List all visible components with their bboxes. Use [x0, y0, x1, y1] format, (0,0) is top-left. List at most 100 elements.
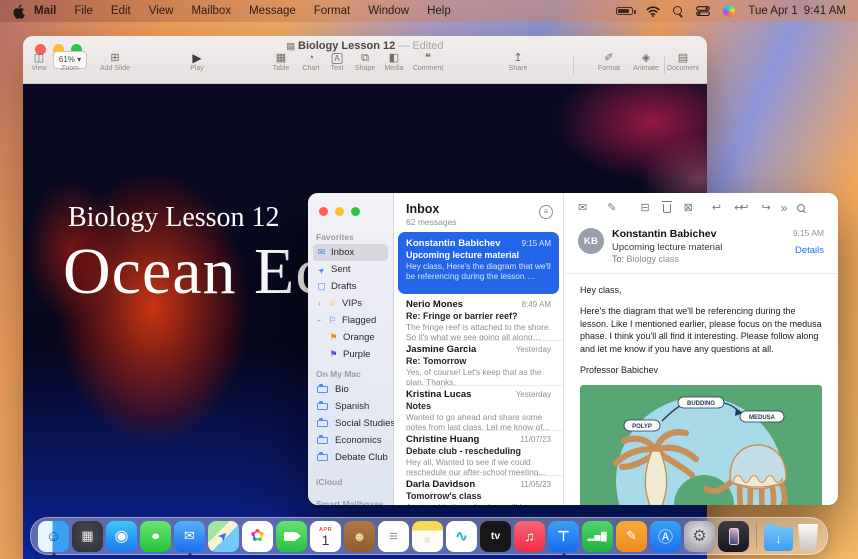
dock-numbers[interactable]: ▂▅█	[582, 521, 613, 552]
dock-apple-tv[interactable]: tv	[480, 521, 511, 552]
dock-mail[interactable]: ✉	[174, 521, 205, 552]
more-actions-icon[interactable]: »	[781, 202, 788, 214]
purple-flag-icon: ⚑	[328, 349, 339, 360]
menu-time[interactable]: 9:41 AM	[804, 5, 846, 17]
reply-icon[interactable]: ↩	[712, 203, 721, 214]
document-button[interactable]: ▤ Document	[667, 51, 699, 72]
menu-mailbox[interactable]: Mailbox	[182, 5, 240, 17]
message-row[interactable]: Kristina Lucas Yesterday Notes Wanted to…	[394, 385, 563, 430]
sidebar-item-purple[interactable]: ⚑ Purple	[325, 346, 388, 363]
iphone-icon	[729, 528, 739, 545]
menu-file[interactable]: File	[65, 5, 102, 17]
shape-button[interactable]: ⧉ Shape	[355, 51, 375, 72]
chevron-right-icon[interactable]: ›	[316, 299, 323, 308]
siri-icon[interactable]	[723, 5, 735, 17]
apple-menu-icon[interactable]	[12, 4, 25, 19]
toolbar-divider	[664, 56, 665, 74]
minimize-button[interactable]	[335, 207, 344, 216]
dock-app-store[interactable]: Ⓐ	[650, 521, 681, 552]
play-button[interactable]: ▶ Play	[190, 51, 204, 72]
dock-finder[interactable]: ☺	[38, 521, 69, 552]
sidebar-item-debate-club[interactable]: Debate Club	[313, 449, 388, 466]
slide-subtitle: Biology Lesson 12	[68, 202, 280, 234]
format-button[interactable]: ✐ Format	[598, 51, 620, 72]
sidebar-item-economics[interactable]: Economics	[313, 432, 388, 449]
message-row[interactable]: Jasmine Garcia Yesterday Re: Tomorrow Ye…	[394, 340, 563, 385]
trash-icon[interactable]	[663, 204, 671, 213]
search-icon[interactable]	[673, 6, 683, 16]
compose-icon[interactable]: ✎	[607, 203, 616, 214]
forward-icon[interactable]: ↪	[762, 203, 771, 214]
dock-contacts[interactable]: ☻	[344, 521, 375, 552]
sidebar-item-flagged[interactable]: › ⚐ Flagged	[313, 312, 388, 329]
details-link[interactable]: Details	[793, 245, 824, 256]
share-button[interactable]: ↥ Share	[509, 51, 528, 72]
add-slide-button[interactable]: ⊞ Add Slide	[100, 51, 130, 72]
dock-keynote[interactable]: ⊤	[548, 521, 579, 552]
menu-message[interactable]: Message	[240, 5, 305, 17]
zoom-control[interactable]: 61% ▾ Zoom	[53, 51, 87, 72]
filter-icon[interactable]: ≡	[539, 205, 553, 219]
dock-freeform[interactable]: ∿	[446, 521, 477, 552]
view-button[interactable]: ◫ View	[31, 51, 46, 72]
dock-music[interactable]: ♫	[514, 521, 545, 552]
dock-iphone-mirroring[interactable]	[718, 521, 749, 552]
text-button[interactable]: A Text	[331, 51, 344, 72]
dock-calendar[interactable]: APR 1	[310, 521, 341, 552]
sidebar-section-smart-mailboxes[interactable]: Smart Mailboxes	[316, 499, 385, 505]
message-row[interactable]: Darla Davidson 11/05/23 Tomorrow's class…	[394, 475, 563, 505]
dock-maps[interactable]: ➤	[208, 521, 239, 552]
menu-app-name[interactable]: Mail	[25, 5, 65, 17]
message-list-header: Inbox 62 messages ≡	[394, 193, 563, 230]
message-row[interactable]: Nerio Mones 8:49 AM Re: Fringe or barrie…	[394, 295, 563, 340]
menu-date[interactable]: Tue Apr 1	[748, 5, 797, 17]
menu-view[interactable]: View	[140, 5, 183, 17]
dock-facetime[interactable]	[276, 521, 307, 552]
sidebar-item-spanish[interactable]: Spanish	[313, 398, 388, 415]
dock-system-settings[interactable]: ⚙	[684, 521, 715, 552]
comment-button[interactable]: ❝ Comment	[413, 51, 443, 72]
animate-button[interactable]: ◈ Animate	[633, 51, 659, 72]
sidebar-item-orange[interactable]: ⚑ Orange	[325, 329, 388, 346]
dock-launchpad[interactable]: ▦	[72, 521, 103, 552]
flower-icon: ✿	[250, 526, 264, 546]
menu-help[interactable]: Help	[418, 5, 460, 17]
dock-photos[interactable]: ✿	[242, 521, 273, 552]
dock-pages[interactable]: ✎	[616, 521, 647, 552]
zoom-window-button[interactable]	[351, 207, 360, 216]
message-row[interactable]: Konstantin Babichev 9:15 AM Upcoming lec…	[398, 232, 559, 294]
search-icon[interactable]	[797, 204, 806, 213]
chart-button[interactable]: ◔ Chart	[302, 51, 319, 72]
mail-sidebar: Favorites ✉ Inbox ➤ Sent ▢ Drafts › ☆ VI…	[308, 193, 394, 505]
menu-edit[interactable]: Edit	[102, 5, 140, 17]
table-button[interactable]: ▦ Table	[273, 51, 290, 72]
junk-icon[interactable]: ⊠	[684, 203, 693, 214]
control-center-icon[interactable]	[696, 6, 710, 16]
chevron-down-icon[interactable]: ›	[315, 317, 324, 324]
sidebar-item-social-studies[interactable]: Social Studies	[313, 415, 388, 432]
message-row[interactable]: Christine Huang 11/07/23 Debate club - r…	[394, 430, 563, 475]
get-mail-icon[interactable]: ✉	[578, 203, 587, 214]
sidebar-section-icloud[interactable]: iCloud	[316, 477, 385, 487]
dock-reminders[interactable]: ≡	[378, 521, 409, 552]
dock-messages[interactable]: ●	[140, 521, 171, 552]
animate-icon: ◈	[633, 51, 659, 65]
dock-trash[interactable]	[796, 524, 820, 551]
close-button[interactable]	[319, 207, 328, 216]
wifi-icon[interactable]	[646, 6, 660, 17]
reply-all-icon[interactable]: ↩↩	[734, 203, 748, 214]
battery-icon[interactable]	[616, 7, 633, 15]
menu-window[interactable]: Window	[359, 5, 418, 17]
dock-downloads-folder[interactable]: ↓	[764, 527, 793, 551]
sidebar-item-drafts[interactable]: ▢ Drafts	[313, 278, 388, 295]
sidebar-item-inbox[interactable]: ✉ Inbox	[313, 244, 388, 261]
sidebar-item-bio[interactable]: Bio	[313, 381, 388, 398]
media-button[interactable]: ◧ Media	[384, 51, 403, 72]
archive-icon[interactable]: ⊟	[640, 203, 649, 214]
sidebar-item-vips[interactable]: › ☆ VIPs	[313, 295, 388, 312]
sidebar-item-sent[interactable]: ➤ Sent	[313, 261, 388, 278]
dock-notes[interactable]: ≡	[412, 521, 443, 552]
dock-safari[interactable]: ◉	[106, 521, 137, 552]
avatar: KB	[578, 228, 604, 254]
menu-format[interactable]: Format	[305, 5, 359, 17]
